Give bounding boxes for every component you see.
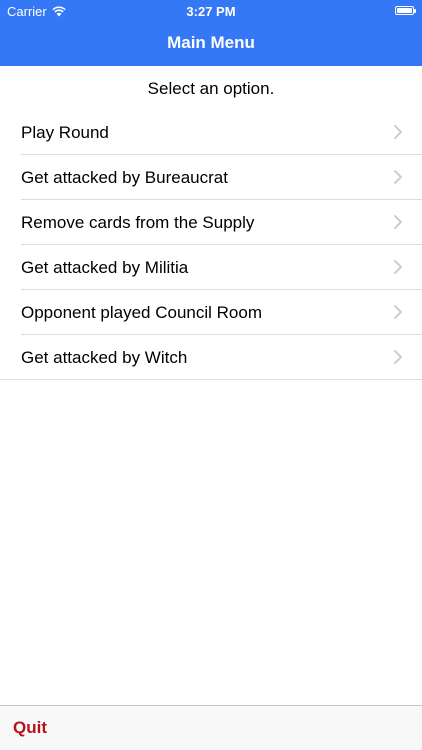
battery-icon — [395, 6, 416, 15]
menu-item-bureaucrat[interactable]: Get attacked by Bureaucrat — [0, 155, 422, 200]
chevron-right-icon — [394, 350, 402, 364]
bottom-toolbar: Quit — [0, 705, 422, 750]
page-title: Main Menu — [167, 33, 255, 52]
status-time: 3:27 PM — [186, 4, 236, 19]
chevron-right-icon — [394, 305, 402, 319]
menu-item-label: Play Round — [21, 122, 109, 142]
quit-button[interactable]: Quit — [13, 718, 47, 738]
chevron-right-icon — [394, 215, 402, 229]
menu-item-label: Opponent played Council Room — [21, 302, 262, 322]
chevron-right-icon — [394, 260, 402, 274]
menu-item-witch[interactable]: Get attacked by Witch — [0, 335, 422, 380]
menu-item-label: Get attacked by Witch — [21, 347, 188, 367]
prompt-text: Select an option. — [147, 79, 275, 98]
menu-item-militia[interactable]: Get attacked by Militia — [0, 245, 422, 290]
chevron-right-icon — [394, 125, 402, 139]
menu-item-label: Get attacked by Bureaucrat — [21, 167, 228, 187]
menu-item-council-room[interactable]: Opponent played Council Room — [0, 290, 422, 335]
status-bar: Carrier 3:27 PM — [0, 0, 422, 22]
menu-item-play-round[interactable]: Play Round — [0, 110, 422, 155]
menu-item-label: Remove cards from the Supply — [21, 212, 255, 232]
menu-list: Play Round Get attacked by Bureaucrat Re… — [0, 110, 422, 380]
menu-item-remove-cards[interactable]: Remove cards from the Supply — [0, 200, 422, 245]
menu-item-label: Get attacked by Militia — [21, 257, 189, 277]
navigation-bar: Carrier 3:27 PM Main Menu — [0, 0, 422, 66]
chevron-right-icon — [394, 170, 402, 184]
